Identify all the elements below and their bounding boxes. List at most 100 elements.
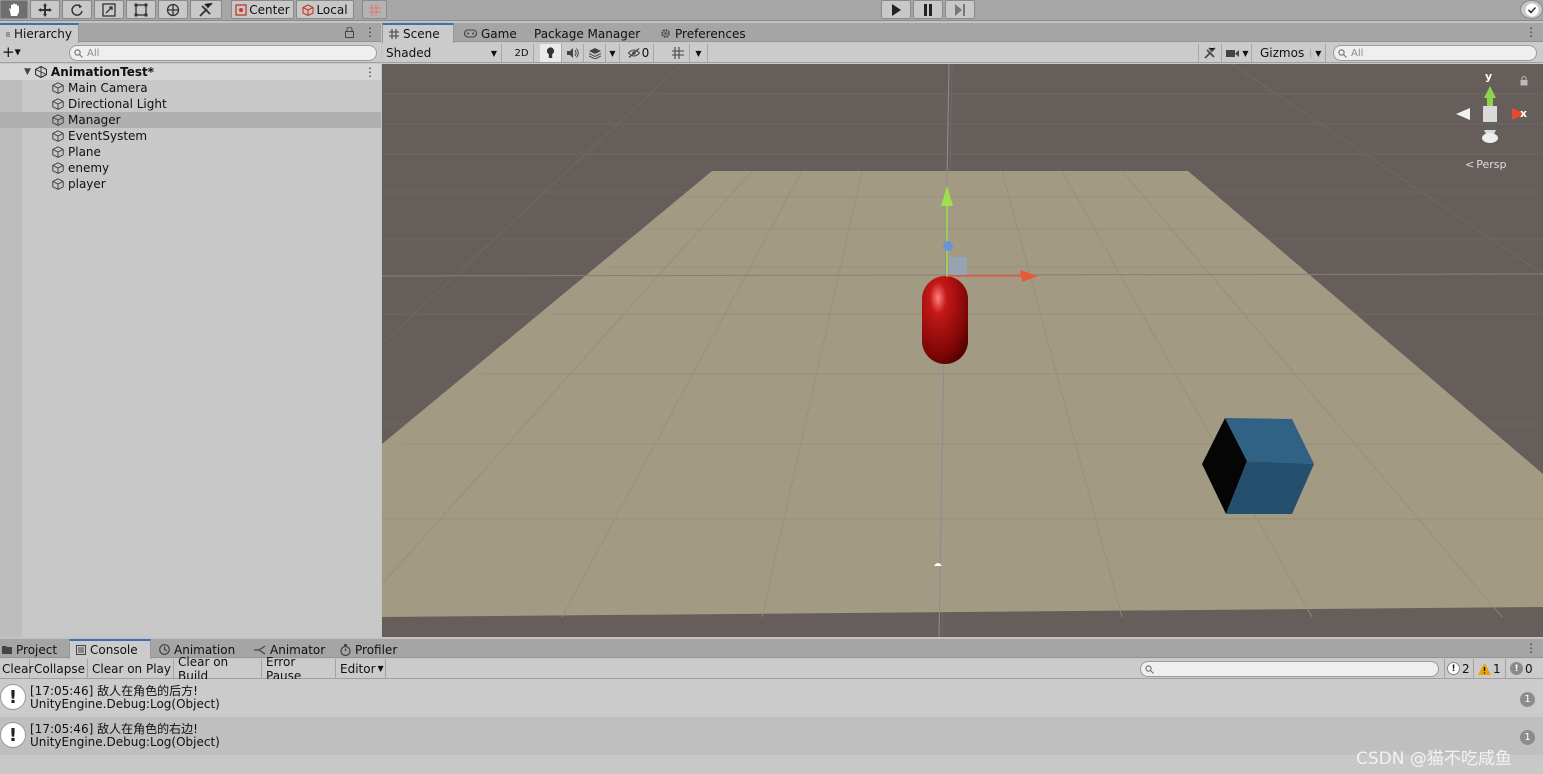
error-pause-button[interactable]: Error Pause	[264, 655, 336, 683]
hierarchy-toolbar: +▼ All	[0, 43, 381, 63]
hierarchy-panel: Hierarchy ⋮ +▼ All ▼ AnimationTest* ⋮ Ma…	[0, 23, 381, 637]
scene-panel-menu-icon[interactable]: ⋮	[1525, 26, 1537, 38]
2d-toggle-button[interactable]: 2D	[510, 44, 534, 62]
hierarchy-item[interactable]: Manager	[0, 112, 381, 128]
clear-on-play-button[interactable]: Clear on Play	[90, 659, 174, 678]
hierarchy-item[interactable]: Plane	[0, 144, 381, 160]
lighting-toggle-button[interactable]	[540, 44, 562, 62]
animation-clock-icon	[159, 644, 170, 655]
snap-button[interactable]	[362, 0, 387, 19]
lock-icon[interactable]	[345, 27, 354, 38]
scene-tools-button[interactable]	[1198, 44, 1222, 62]
gizmo-lock-icon[interactable]	[1520, 76, 1528, 86]
search-icon	[1145, 664, 1154, 674]
editor-label: Editor	[340, 661, 376, 676]
pivot-mode-button[interactable]: Center	[231, 0, 294, 19]
log-count: 2	[1462, 661, 1470, 676]
scene-root-row[interactable]: ▼ AnimationTest* ⋮	[0, 64, 381, 80]
console-search-input[interactable]	[1140, 661, 1439, 677]
grid-dropdown-arrow[interactable]: ▼	[690, 44, 708, 62]
hierarchy-item[interactable]: player	[0, 176, 381, 192]
tab-scene[interactable]: Scene	[382, 23, 454, 43]
clear-button[interactable]: Clear	[0, 659, 33, 678]
console-menu-icon[interactable]: ⋮	[1525, 642, 1537, 654]
error-icon: !	[1510, 662, 1523, 675]
create-button[interactable]: +▼	[2, 43, 21, 62]
gameobject-cube-icon	[52, 146, 64, 158]
tab-project[interactable]: Project	[0, 640, 63, 659]
hand-tool-button[interactable]	[0, 0, 28, 19]
scene-menu-icon[interactable]: ⋮	[364, 66, 376, 78]
console-panel: Project Console Animation Animator Profi…	[0, 639, 1543, 774]
hierarchy-item[interactable]: Directional Light	[0, 96, 381, 112]
effects-dropdown-arrow[interactable]: ▼	[606, 44, 620, 62]
gameobject-cube-icon	[52, 178, 64, 190]
projection-toggle[interactable]: < Persp	[1465, 158, 1506, 171]
rect-transform-icon	[134, 3, 148, 16]
gear-icon	[661, 29, 670, 38]
editor-dropdown[interactable]: Editor ▼	[338, 659, 386, 678]
hierarchy-menu-icon[interactable]: ⋮	[364, 26, 376, 38]
custom-tool-button[interactable]	[190, 0, 222, 19]
hierarchy-search-input[interactable]: All	[69, 45, 377, 61]
play-button[interactable]	[881, 0, 911, 19]
clear-on-build-button[interactable]: Clear on Build	[176, 655, 262, 683]
gizmos-dropdown[interactable]: Gizmos ▼	[1256, 44, 1326, 62]
tab-preferences[interactable]: Preferences	[654, 24, 752, 43]
pause-button[interactable]	[913, 0, 943, 19]
log-collapse-count: 1	[1520, 730, 1535, 745]
warning-filter-toggle[interactable]: 1	[1476, 659, 1506, 678]
camera-settings-button[interactable]: ▼	[1224, 44, 1252, 62]
foldout-arrow-icon[interactable]: ▼	[24, 67, 31, 77]
log-filter-toggle[interactable]: ! 2	[1444, 659, 1474, 678]
transform-combo-icon	[166, 3, 180, 16]
scene-viewport[interactable]: y x < Persp	[382, 64, 1543, 637]
hierarchy-item[interactable]: Main Camera	[0, 80, 381, 96]
gizmo-x-label: x	[1520, 107, 1528, 120]
pivot-rotation-button[interactable]: Local	[296, 0, 354, 19]
hierarchy-item[interactable]: EventSystem	[0, 128, 381, 144]
tab-package-manager[interactable]: Package Manager	[528, 24, 646, 43]
player-capsule[interactable]	[922, 276, 968, 364]
transform-tool-button[interactable]	[158, 0, 188, 19]
hidden-objects-button[interactable]: 0	[624, 44, 654, 62]
effects-toggle-button[interactable]	[584, 44, 606, 62]
log-entry[interactable]: ! [17:05:46] 敌人在角色的右边! UnityEngine.Debug…	[0, 717, 1543, 755]
log-entry[interactable]: ! [17:05:46] 敌人在角色的后方! UnityEngine.Debug…	[0, 679, 1543, 717]
hierarchy-tab-bar: Hierarchy ⋮	[0, 23, 381, 43]
error-filter-toggle[interactable]: ! 0	[1508, 659, 1540, 678]
rect-tool-button[interactable]	[126, 0, 156, 19]
rotate-tool-button[interactable]	[62, 0, 92, 19]
collapse-button[interactable]: Collapse	[32, 659, 88, 678]
tab-profiler[interactable]: Profiler	[334, 640, 403, 659]
step-icon	[955, 3, 965, 16]
move-tool-button[interactable]	[30, 0, 60, 19]
scale-tool-button[interactable]	[94, 0, 124, 19]
scene-search-input[interactable]: All	[1333, 45, 1537, 61]
scene-tab-bar: Scene Game Package Manager Preferences ⋮	[382, 23, 1543, 43]
account-button[interactable]	[1520, 0, 1543, 19]
log-info-icon: !	[0, 684, 26, 710]
main-toolbar: Center Local	[0, 0, 1543, 21]
search-icon	[74, 48, 83, 58]
grid-snap-icon	[671, 47, 684, 59]
tab-console[interactable]: Console	[69, 639, 151, 659]
tab-game[interactable]: Game	[458, 24, 523, 43]
step-button[interactable]	[945, 0, 975, 19]
grid-toggle-button[interactable]	[666, 44, 690, 62]
chevron-down-icon: ▼	[1242, 48, 1249, 58]
audio-toggle-button[interactable]	[562, 44, 584, 62]
hierarchy-item[interactable]: enemy	[0, 160, 381, 176]
pivot-mode-label: Center	[249, 2, 290, 17]
grid-icon	[389, 29, 399, 39]
folder-icon	[2, 646, 12, 654]
scene-search-placeholder: All	[1351, 47, 1364, 59]
tab-hierarchy[interactable]: Hierarchy	[0, 23, 79, 43]
shading-mode-dropdown[interactable]: Shaded ▼	[382, 44, 502, 62]
scene-render	[382, 64, 1543, 637]
collapse-label: Collapse	[34, 661, 85, 676]
move-arrows-icon	[38, 2, 52, 17]
projection-label: Persp	[1476, 158, 1507, 171]
gameobject-cube-icon	[52, 162, 64, 174]
search-icon	[1338, 48, 1347, 58]
